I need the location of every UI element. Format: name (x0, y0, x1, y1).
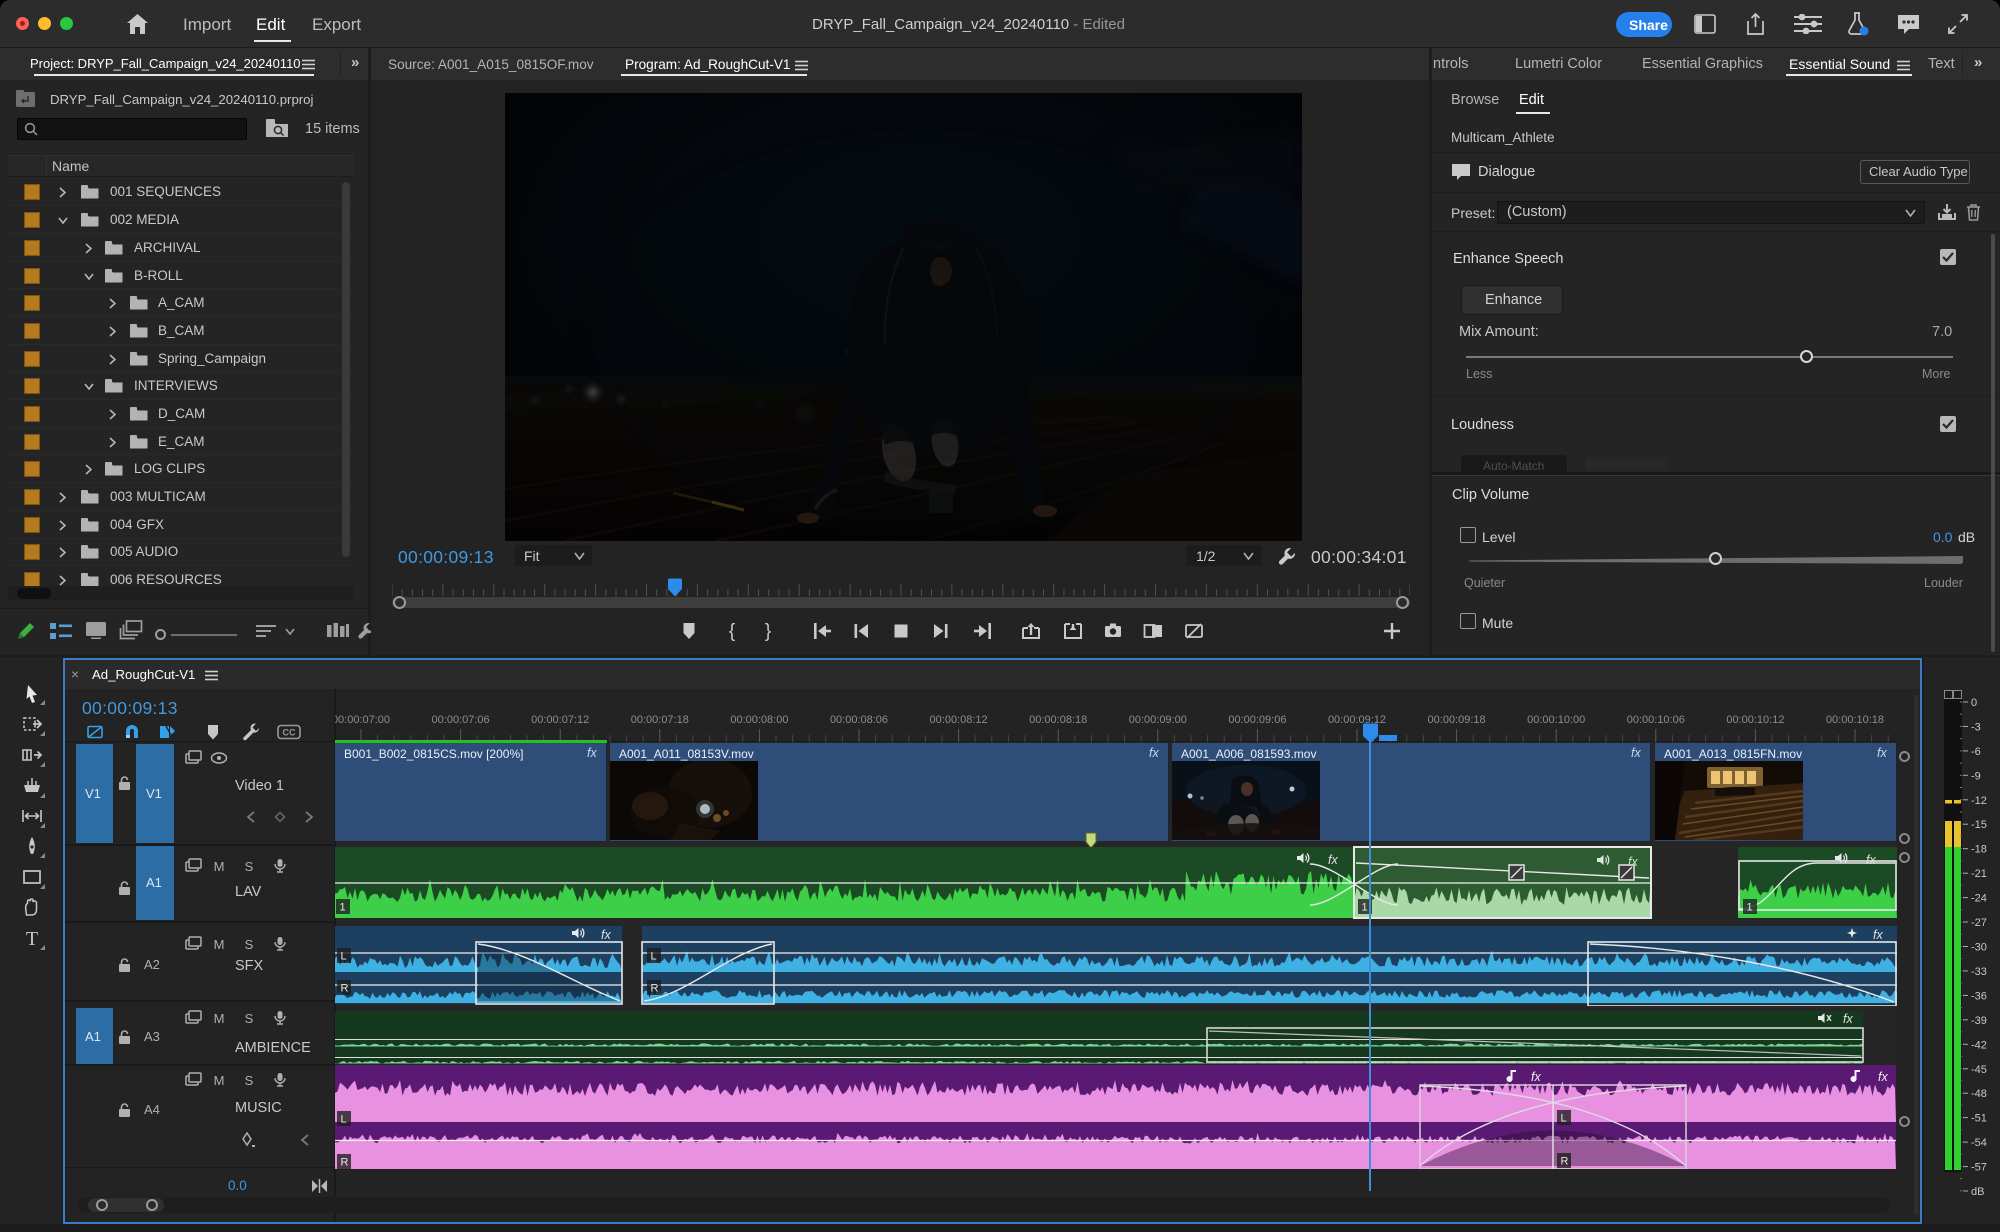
svg-text:R: R (341, 1157, 349, 1169)
svg-text:-30: -30 (1971, 942, 1987, 954)
svg-text:00:00:10:06: 00:00:10:06 (1627, 714, 1685, 726)
svg-text:-48: -48 (1971, 1088, 1987, 1100)
svg-text:-21: -21 (1971, 868, 1987, 880)
svg-text:-33: -33 (1971, 966, 1987, 978)
svg-text:M: M (214, 937, 225, 952)
svg-text:{: { (729, 621, 736, 642)
svg-text:S: S (245, 1011, 254, 1026)
svg-text:1: 1 (340, 902, 346, 914)
svg-text:fx: fx (1873, 928, 1883, 942)
svg-text:00:00:08:00: 00:00:08:00 (730, 714, 788, 726)
svg-text:-24: -24 (1971, 893, 1987, 905)
svg-text:-12: -12 (1971, 795, 1987, 807)
svg-text:S: S (245, 1073, 254, 1088)
svg-text:00:00:09:18: 00:00:09:18 (1428, 714, 1486, 726)
svg-text:T: T (26, 928, 38, 950)
svg-text:00:00:10:00: 00:00:10:00 (1527, 714, 1585, 726)
svg-text:fx: fx (1866, 853, 1876, 867)
svg-text:-36: -36 (1971, 990, 1987, 1002)
svg-text:CC: CC (283, 728, 296, 738)
svg-text:-57: -57 (1971, 1162, 1987, 1174)
svg-text:-51: -51 (1971, 1113, 1987, 1125)
svg-text:-18: -18 (1971, 844, 1987, 856)
svg-text:fx: fx (1328, 853, 1338, 867)
svg-text:-39: -39 (1971, 1015, 1987, 1027)
svg-text:-6: -6 (1971, 746, 1981, 758)
svg-text:00:00:09:00: 00:00:09:00 (1129, 714, 1187, 726)
svg-text:-15: -15 (1971, 819, 1987, 831)
svg-text:1: 1 (1362, 902, 1368, 914)
svg-text:00:00:08:06: 00:00:08:06 (830, 714, 888, 726)
svg-text:}: } (765, 621, 771, 642)
svg-text:R: R (341, 983, 349, 995)
svg-text:00:00:10:12: 00:00:10:12 (1726, 714, 1784, 726)
svg-text:dB: dB (1971, 1186, 1984, 1198)
svg-text:fx: fx (601, 928, 611, 942)
svg-text:M: M (214, 1011, 225, 1026)
svg-text:00:00:08:12: 00:00:08:12 (930, 714, 988, 726)
svg-text:S: S (245, 937, 254, 952)
svg-text:L: L (341, 951, 347, 963)
svg-text:R: R (651, 983, 659, 995)
svg-text:00:00:07:18: 00:00:07:18 (631, 714, 689, 726)
svg-text:00:00:07:12: 00:00:07:12 (531, 714, 589, 726)
svg-text:-45: -45 (1971, 1064, 1987, 1076)
svg-text:00:00:09:06: 00:00:09:06 (1228, 714, 1286, 726)
svg-text:L: L (651, 951, 657, 963)
svg-text:L: L (341, 1114, 347, 1126)
svg-text:00:00:07:06: 00:00:07:06 (432, 714, 490, 726)
svg-text:00:00:07:00: 00:00:07:00 (335, 714, 390, 726)
svg-text:fx: fx (1878, 1070, 1888, 1084)
svg-text:-9: -9 (1971, 770, 1981, 782)
svg-text:00:00:10:18: 00:00:10:18 (1826, 714, 1884, 726)
svg-text:-3: -3 (1971, 722, 1981, 734)
svg-text:1: 1 (1747, 902, 1753, 914)
svg-text:M: M (214, 1073, 225, 1088)
svg-text:-42: -42 (1971, 1039, 1987, 1051)
svg-text:fx: fx (1843, 1012, 1853, 1026)
svg-text:L: L (1561, 1113, 1567, 1125)
svg-text:-54: -54 (1971, 1137, 1987, 1149)
svg-text:S: S (245, 859, 254, 874)
svg-text:fx: fx (1531, 1070, 1541, 1084)
svg-text:-27: -27 (1971, 917, 1987, 929)
svg-text:M: M (214, 859, 225, 874)
svg-text:R: R (1561, 1156, 1569, 1168)
svg-text:00:00:08:18: 00:00:08:18 (1029, 714, 1087, 726)
svg-text:0: 0 (1971, 697, 1977, 709)
svg-text:fx: fx (1628, 855, 1638, 869)
